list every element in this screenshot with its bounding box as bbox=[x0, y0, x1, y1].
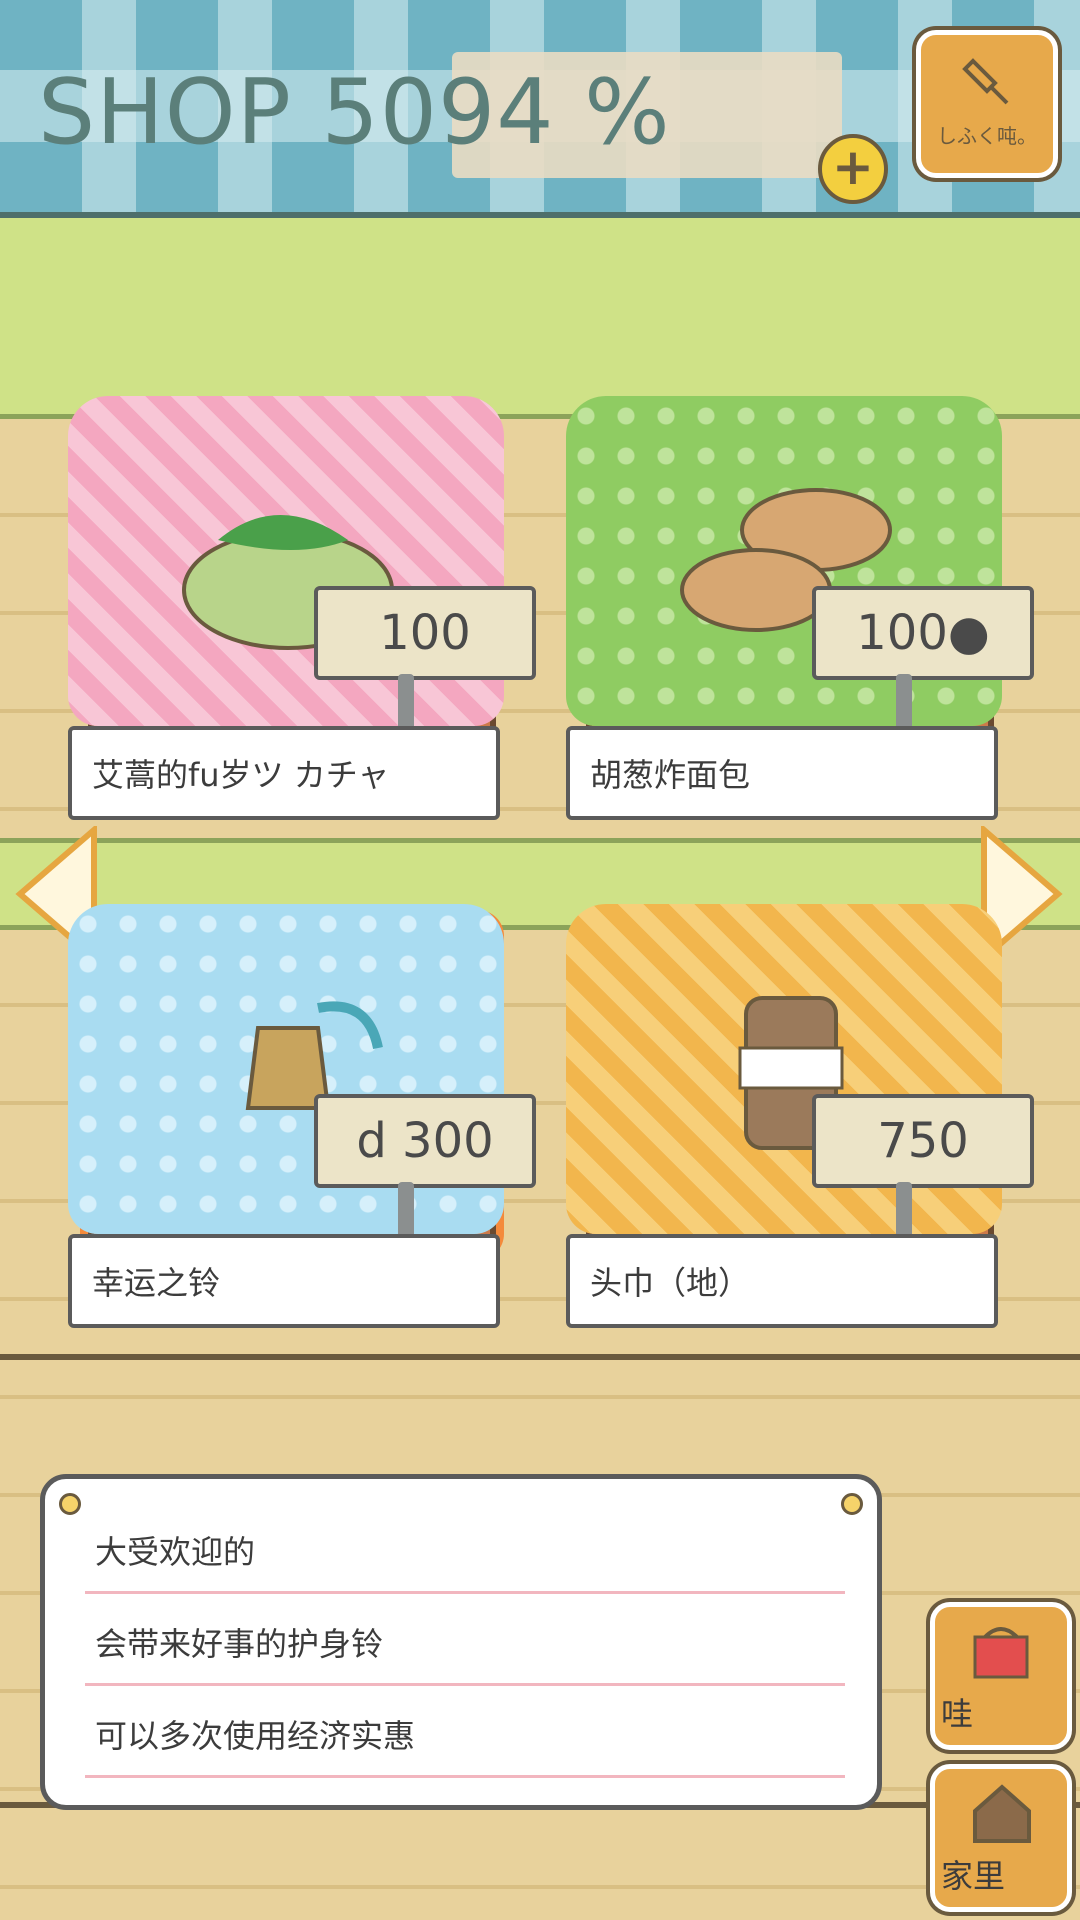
tag-hook bbox=[896, 674, 912, 734]
price-tag: 100● bbox=[812, 586, 1034, 680]
item-name: 头巾（地） bbox=[566, 1234, 998, 1328]
bag-icon bbox=[973, 1627, 1029, 1679]
item-name: 艾蒿的fu岁ツ カチャ bbox=[68, 726, 500, 820]
price-tag: 750 bbox=[812, 1094, 1034, 1188]
item-description-panel: 大受欢迎的 会带来好事的护身铃 可以多次使用经济实惠 bbox=[40, 1474, 882, 1810]
house-icon bbox=[973, 1784, 1031, 1843]
bag-button[interactable]: 哇 bbox=[930, 1602, 1072, 1750]
item-name: 胡葱炸面包 bbox=[566, 726, 998, 820]
tag-hook bbox=[398, 674, 414, 734]
rule bbox=[85, 1775, 845, 1778]
price-tag: 100 bbox=[314, 586, 536, 680]
pin-icon bbox=[59, 1493, 81, 1515]
description-line: 可以多次使用经济实惠 bbox=[95, 1717, 416, 1755]
bag-label: 哇 bbox=[941, 1695, 974, 1733]
tag-hook bbox=[896, 1182, 912, 1242]
rule bbox=[85, 1591, 845, 1594]
shop-item-4[interactable]: 750 头巾（地） bbox=[566, 904, 1034, 1438]
rule bbox=[85, 1683, 845, 1686]
pin-icon bbox=[841, 1493, 863, 1515]
tag-hook bbox=[398, 1182, 414, 1242]
plus-icon[interactable]: + bbox=[818, 134, 888, 204]
bell-icon bbox=[962, 58, 1009, 105]
item-name: 幸运之铃 bbox=[68, 1234, 500, 1328]
lawn-strip bbox=[0, 218, 1080, 419]
shop-item-1[interactable]: 100 艾蒿的fu岁ツ カチャ bbox=[68, 396, 536, 930]
description-line: 大受欢迎的 bbox=[95, 1533, 256, 1571]
home-button[interactable]: 家里 bbox=[930, 1764, 1072, 1912]
price-tag: d 300 bbox=[314, 1094, 536, 1188]
gift-button[interactable]: しふく吨。 bbox=[916, 30, 1058, 178]
description-line: 会带来好事的护身铃 bbox=[95, 1625, 384, 1663]
gift-button-label: しふく吨。 bbox=[937, 124, 1037, 148]
shop-item-3[interactable]: d 300 幸运之铃 bbox=[68, 904, 536, 1438]
page-title: SHOP 5094 % bbox=[38, 60, 671, 165]
shop-item-2[interactable]: 100● 胡葱炸面包 bbox=[566, 396, 1034, 930]
home-label: 家里 bbox=[941, 1857, 1006, 1895]
